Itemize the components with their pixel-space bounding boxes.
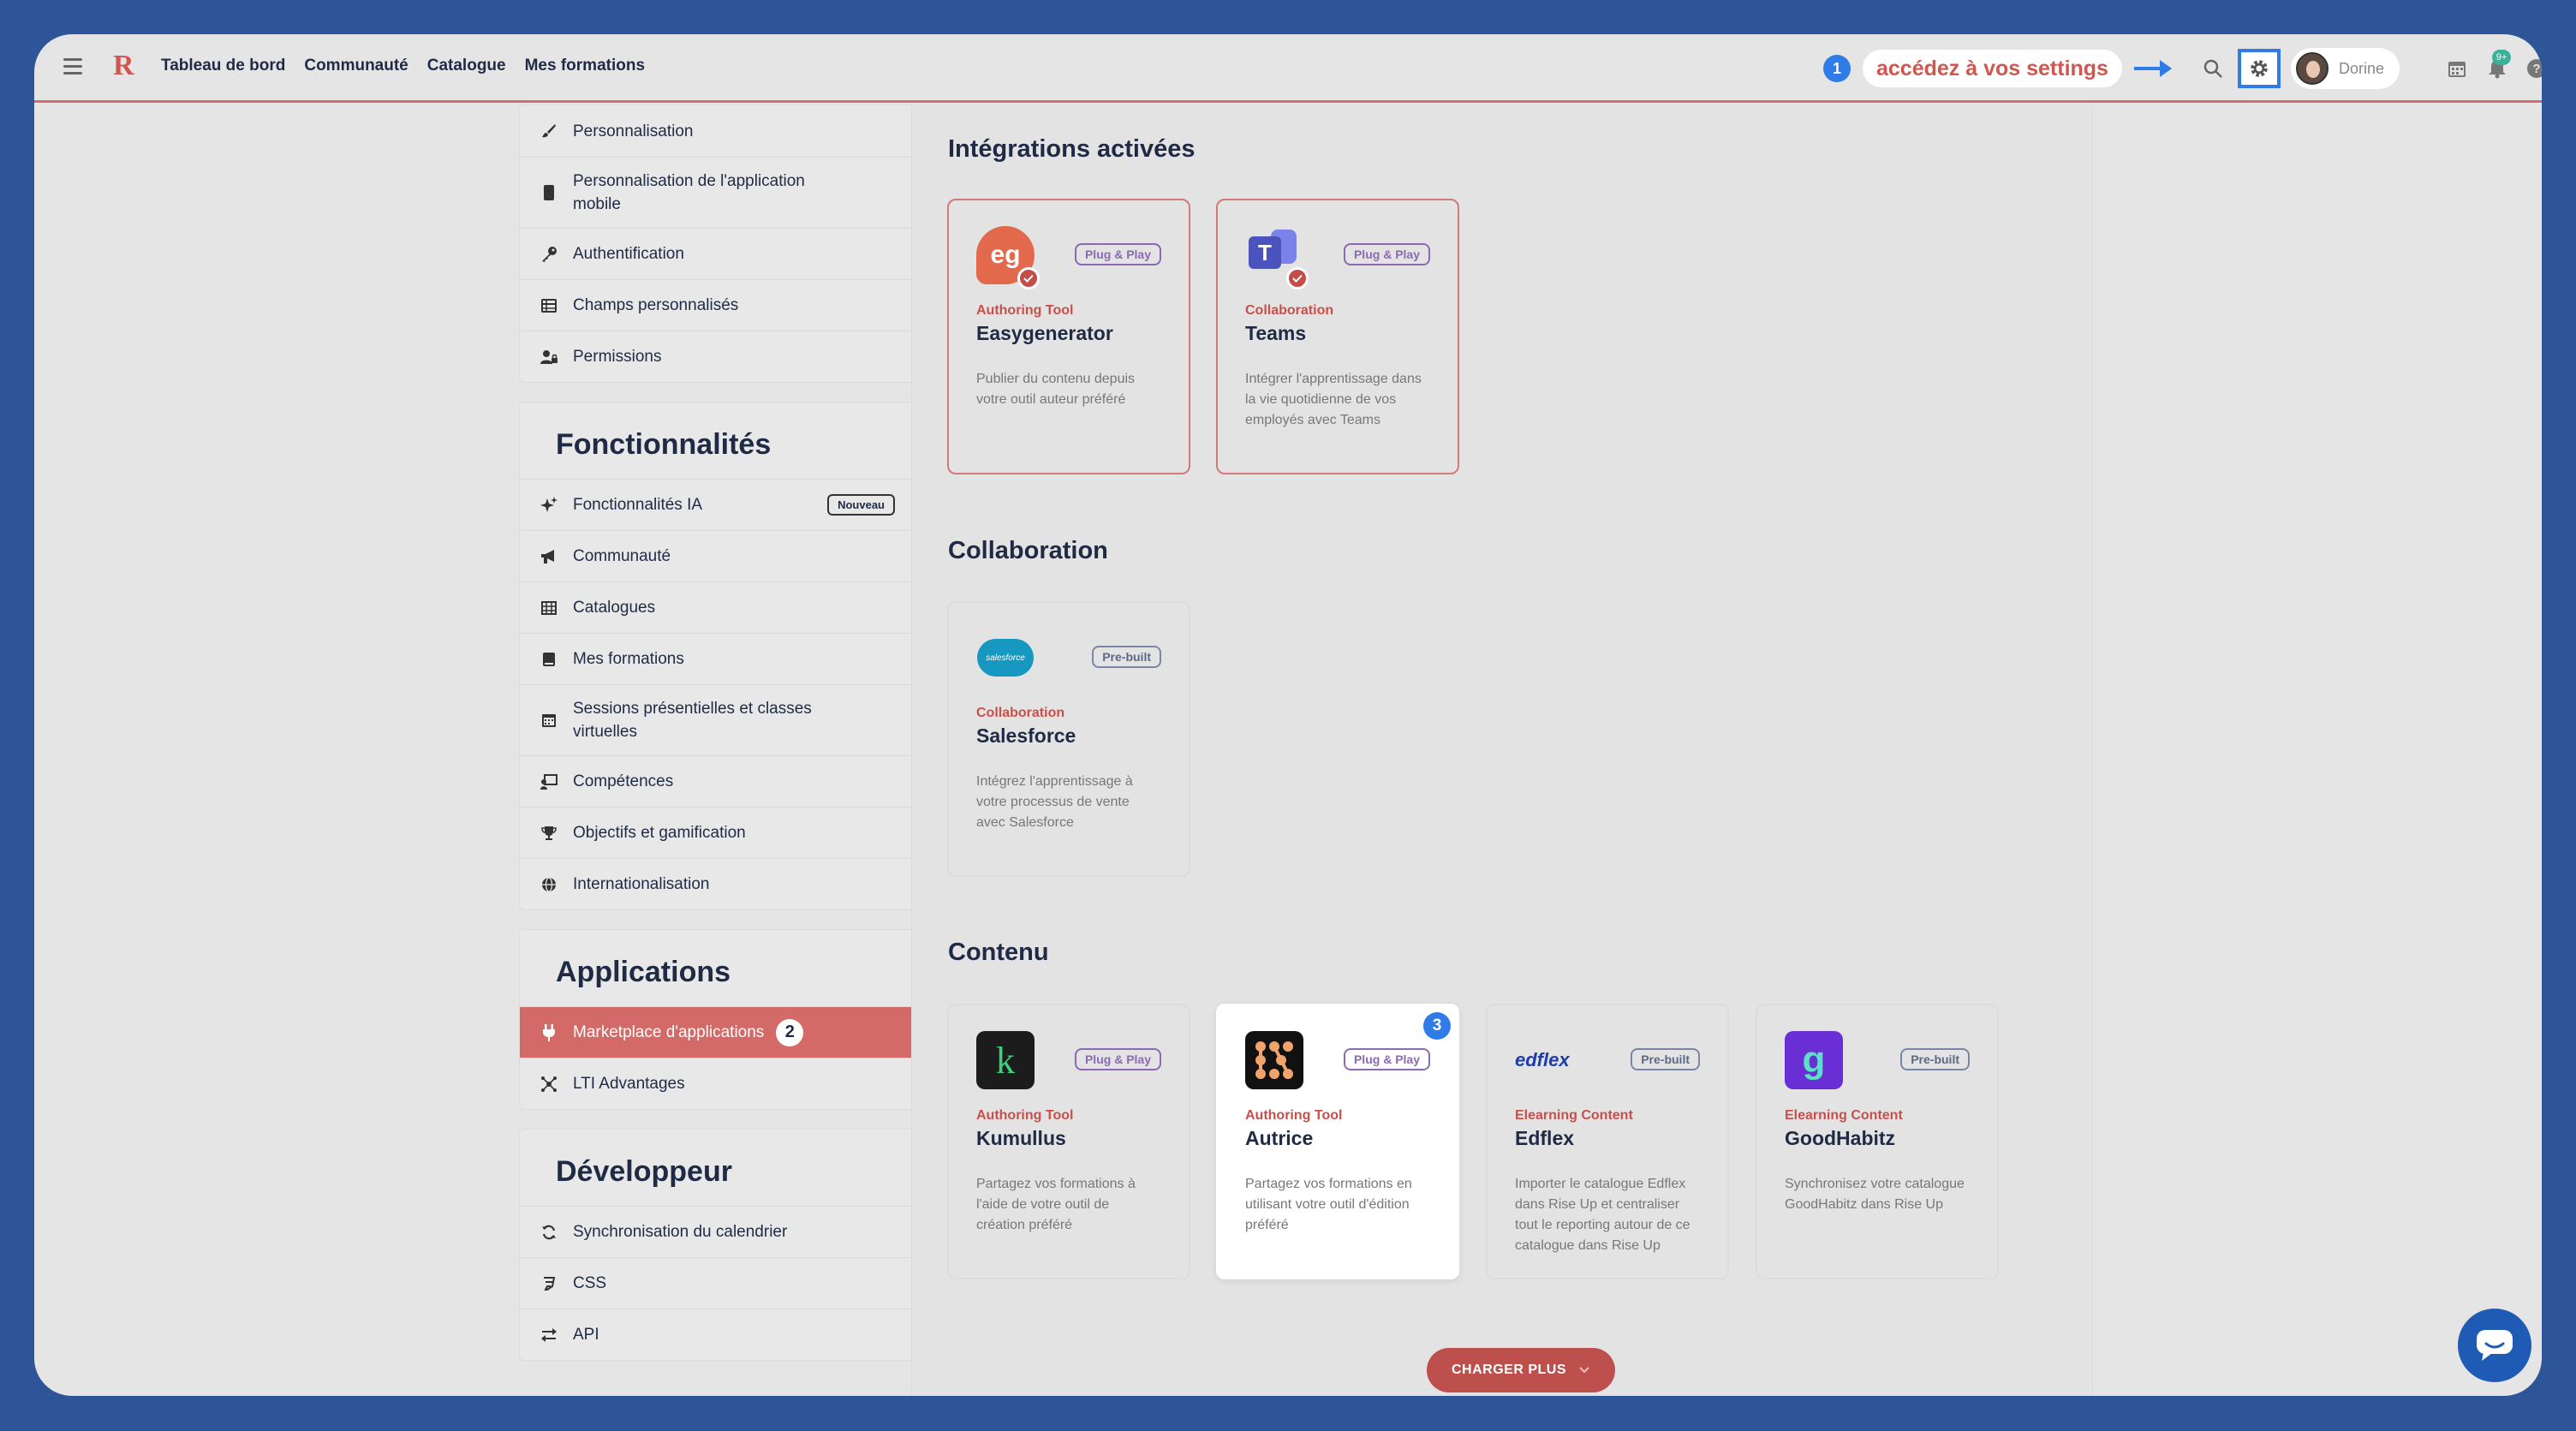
nav-catalog[interactable]: Catalogue: [427, 57, 506, 75]
applications-title: Applications: [556, 956, 731, 988]
load-more-button[interactable]: CHARGER PLUS: [1427, 1348, 1615, 1392]
logo[interactable]: R: [113, 50, 134, 82]
phone-icon: [540, 184, 558, 201]
sidebar-item-catalogs[interactable]: Catalogues: [520, 581, 915, 633]
tag-pre-built: Pre-built: [1631, 1048, 1700, 1070]
key-icon: [540, 246, 558, 263]
sidebar-item-permissions[interactable]: Permissions: [520, 331, 915, 382]
menu-icon[interactable]: [63, 58, 82, 77]
table-icon: [540, 297, 558, 314]
network-icon: [540, 1076, 558, 1093]
user-lock-icon: [540, 349, 558, 366]
goodhabitz-logo: g: [1785, 1031, 1843, 1089]
sparkles-icon: [540, 496, 558, 514]
check-icon: [1286, 267, 1309, 289]
presentation-icon: [540, 773, 558, 790]
trophy-icon: [540, 825, 558, 842]
sidebar-item-sessions[interactable]: Sessions présentielles et classes virtue…: [520, 684, 915, 755]
tag-plug-play: Plug & Play: [1074, 243, 1161, 265]
sidebar-item-skills[interactable]: Compétences: [520, 755, 915, 807]
app-tile-edflex[interactable]: edflex Pre-built Elearning Content Edfle…: [1486, 1004, 1729, 1279]
chat-button[interactable]: [2458, 1309, 2531, 1382]
section-enabled-integrations: Intégrations activées: [948, 135, 1196, 163]
kumullus-logo: k: [976, 1031, 1035, 1089]
sidebar-item-ai-features[interactable]: Fonctionnalités IA Nouveau: [520, 479, 915, 530]
globe-icon: [540, 876, 558, 893]
autrice-logo: [1245, 1031, 1303, 1089]
chat-icon: [2477, 1330, 2513, 1361]
tag-plug-play: Plug & Play: [1074, 1048, 1161, 1070]
chevron-down-icon: [1579, 1367, 1589, 1374]
megaphone-icon: [540, 548, 558, 565]
calendar-icon: [540, 712, 558, 729]
app-window: R Tableau de bord Communauté Catalogue M…: [34, 34, 2542, 1396]
top-navbar: R Tableau de bord Communauté Catalogue M…: [34, 34, 2542, 103]
tag-plug-play: Plug & Play: [1343, 1048, 1430, 1070]
search-icon[interactable]: [2201, 57, 2225, 80]
app-tile-goodhabitz[interactable]: g Pre-built Elearning Content GoodHabitz…: [1756, 1004, 1999, 1279]
section-collaboration: Collaboration: [948, 537, 1108, 564]
annotation-step-3: 3: [1423, 1012, 1451, 1040]
tag-pre-built: Pre-built: [1092, 646, 1161, 668]
sidebar-card-features: Fonctionnalités Fonctionnalités IA Nouve…: [519, 402, 916, 910]
sidebar-item-my-trainings[interactable]: Mes formations: [520, 633, 915, 684]
annotation-arrow: [2134, 60, 2172, 77]
user-name: Dorine: [2339, 59, 2385, 77]
notification-badge: 9+: [2492, 50, 2511, 65]
sidebar-item-lti[interactable]: LTI Advantages: [520, 1058, 915, 1109]
tag-pre-built: Pre-built: [1900, 1048, 1970, 1070]
help-icon[interactable]: ?: [2526, 57, 2542, 80]
sidebar-item-calendar-sync[interactable]: Synchronisation du calendrier: [520, 1206, 915, 1257]
sidebar-item-personalization[interactable]: Personnalisation: [520, 105, 915, 157]
annotation-label: accédez à vos settings: [1863, 50, 2122, 87]
sidebar-item-mobile-app[interactable]: Personnalisation de l'application mobile: [520, 157, 915, 228]
sidebar-item-community[interactable]: Communauté: [520, 530, 915, 581]
sidebar-item-css[interactable]: CSS: [520, 1257, 915, 1309]
developer-title: Développeur: [556, 1155, 732, 1188]
brush-icon: [540, 122, 558, 140]
edflex-logo: edflex: [1515, 1049, 1570, 1070]
css-icon: [540, 1275, 558, 1292]
plug-icon: [540, 1023, 558, 1041]
gear-icon: [2251, 60, 2268, 77]
avatar: [2296, 52, 2329, 85]
settings-sidebar: Personnalisation Personnalisation de l'a…: [519, 104, 916, 1380]
sidebar-item-authentication[interactable]: Authentification: [520, 228, 915, 279]
nav-my-trainings[interactable]: Mes formations: [525, 57, 645, 75]
nav-community[interactable]: Communauté: [304, 57, 408, 75]
calendar-icon[interactable]: [2445, 57, 2469, 80]
section-content: Contenu: [948, 939, 1049, 966]
new-badge: Nouveau: [827, 494, 895, 516]
sidebar-item-goals[interactable]: Objectifs et gamification: [520, 807, 915, 858]
check-icon: [1017, 267, 1040, 289]
sidebar-card-developer: Développeur Synchronisation du calendrie…: [519, 1129, 916, 1361]
salesforce-logo: salesforce: [976, 629, 1035, 687]
sidebar-card-general: Personnalisation Personnalisation de l'a…: [519, 104, 916, 383]
sidebar-item-marketplace[interactable]: Marketplace d'applications 2: [520, 1006, 915, 1058]
sidebar-item-internationalization[interactable]: Internationalisation: [520, 858, 915, 909]
sidebar-item-custom-fields[interactable]: Champs personnalisés: [520, 279, 915, 331]
tag-plug-play: Plug & Play: [1343, 243, 1430, 265]
app-tile-salesforce[interactable]: salesforce Pre-built Collaboration Sales…: [947, 601, 1190, 877]
arrows-exchange-icon: [540, 1327, 558, 1344]
easygenerator-logo: eg: [976, 226, 1040, 289]
app-tile-autrice[interactable]: Plug & Play Authoring Tool Autrice Parta…: [1216, 1004, 1459, 1279]
app-tile-teams[interactable]: T Plug & Play Collaboration Teams Intégr…: [1216, 199, 1459, 474]
book-icon: [540, 651, 558, 668]
svg-text:?: ?: [2532, 62, 2540, 76]
annotation-step-1: 1: [1823, 55, 1851, 82]
annotation-step-2: 2: [776, 1018, 804, 1046]
sync-icon: [540, 1224, 558, 1241]
teams-logo: T: [1245, 226, 1309, 289]
nav-dashboard[interactable]: Tableau de bord: [161, 57, 285, 75]
features-title: Fonctionnalités: [556, 428, 772, 461]
settings-button[interactable]: [2238, 49, 2281, 88]
sidebar-item-api[interactable]: API: [520, 1309, 915, 1360]
app-tile-easygenerator[interactable]: eg Plug & Play Authoring Tool Easygenera…: [947, 199, 1190, 474]
main-nav: Tableau de bord Communauté Catalogue Mes…: [161, 57, 645, 75]
user-menu[interactable]: Dorine: [2291, 48, 2400, 89]
grid-icon: [540, 599, 558, 617]
sidebar-card-applications: Applications Marketplace d'applications …: [519, 929, 916, 1110]
app-tile-kumullus[interactable]: k Plug & Play Authoring Tool Kumullus Pa…: [947, 1004, 1190, 1279]
